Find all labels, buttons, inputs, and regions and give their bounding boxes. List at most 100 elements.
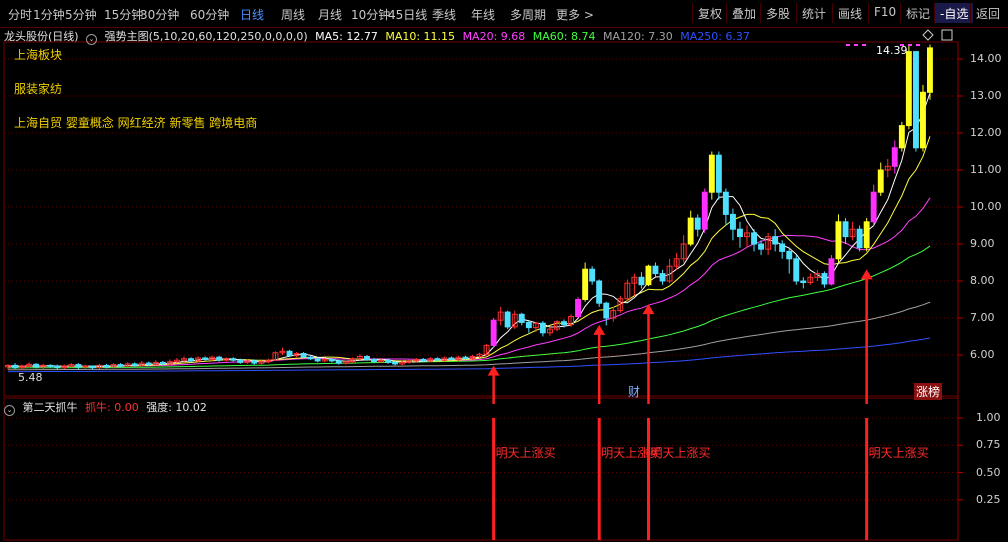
period-tab-6[interactable]: 日线 xyxy=(240,6,264,23)
candle-body xyxy=(793,258,800,282)
candle-body xyxy=(328,358,335,362)
signal-label: 明天上涨买 xyxy=(495,446,556,460)
candle-body xyxy=(582,268,589,300)
period-tab-2[interactable]: 5分钟 xyxy=(65,6,97,23)
sector-industry: 服装家纺 xyxy=(14,82,63,96)
toolbar-button-7[interactable]: -自选 xyxy=(934,3,974,23)
candle-body xyxy=(237,359,244,363)
candle-body xyxy=(927,47,933,93)
period-tab-10[interactable]: 45日线 xyxy=(388,6,427,23)
signal-arrow-head xyxy=(487,365,500,376)
candle-body xyxy=(905,51,912,127)
sub-indicator-name[interactable]: 第二天抓牛 xyxy=(23,401,78,414)
toolbar-button-6[interactable]: 标记 xyxy=(900,3,935,23)
candle-body xyxy=(821,273,828,285)
period-tab-3[interactable]: 15分钟 xyxy=(104,6,143,23)
signal-arrow-head xyxy=(642,304,655,315)
candle-body xyxy=(518,313,525,323)
cai-marker: 财 xyxy=(628,385,641,399)
candle-body xyxy=(230,358,237,361)
toolbar-button-8[interactable]: 返回 xyxy=(970,3,1005,23)
ma5-line xyxy=(7,92,931,368)
top-marker xyxy=(846,44,850,46)
signal-arrow-head xyxy=(593,324,606,335)
toolbar-button-5[interactable]: F10 xyxy=(868,3,901,23)
stock-name: 龙头股份(日线) xyxy=(4,30,79,43)
period-tab-4[interactable]: 30分钟 xyxy=(140,6,179,23)
sub-panel-frame xyxy=(3,397,959,541)
ytick-label: 6.00 xyxy=(970,348,995,361)
period-tab-14[interactable]: 更多 > xyxy=(556,6,594,23)
candle-body xyxy=(863,221,870,249)
candle-body xyxy=(420,358,427,362)
candle-body xyxy=(652,265,659,275)
candle-body xyxy=(314,358,321,362)
sub-indicator-signal: 抓牛: 0.00 xyxy=(85,401,139,414)
toolbar-button-1[interactable]: 叠加 xyxy=(726,3,761,23)
candle-body xyxy=(877,169,884,193)
candle-body xyxy=(307,356,314,360)
period-tab-1[interactable]: 1分钟 xyxy=(33,6,65,23)
diamond-icon xyxy=(922,29,934,41)
candle-body xyxy=(216,356,223,361)
sub-ytick-label: 0.75 xyxy=(976,438,1001,452)
ma250-label: MA250: 6.37 xyxy=(680,30,750,43)
toolbar-button-4[interactable]: 画线 xyxy=(832,3,867,23)
sub-indicator-toggle-icon[interactable]: ⌄ xyxy=(4,405,15,416)
candle-body xyxy=(920,91,926,149)
candle-body xyxy=(891,147,898,167)
candle-body xyxy=(779,243,786,252)
period-tab-9[interactable]: 10分钟 xyxy=(351,6,390,23)
sector-concepts: 上海自贸 婴童概念 网红经济 新零售 跨境电商 xyxy=(14,116,258,130)
candle-body xyxy=(751,232,757,245)
candle-body xyxy=(286,350,293,357)
candle-body xyxy=(596,280,603,304)
panel-toggle-icon xyxy=(941,29,953,41)
sub-ytick-label: 0.25 xyxy=(976,492,1001,506)
candle-body xyxy=(12,364,19,369)
candle-body xyxy=(490,319,497,346)
candle-body xyxy=(842,221,849,238)
period-tab-8[interactable]: 月线 xyxy=(318,6,342,23)
ma20-line xyxy=(8,197,931,367)
period-tab-13[interactable]: 多周期 xyxy=(510,6,546,23)
toolbar-button-3[interactable]: 统计 xyxy=(796,3,831,23)
candle-body xyxy=(89,365,96,369)
ma250-line xyxy=(8,337,931,373)
indicator-name[interactable]: 强势主图(5,10,20,60,120,250,0,0,0,0) xyxy=(105,30,308,43)
ma20-label: MA20: 9.68 xyxy=(462,30,526,43)
toolbar-button-0[interactable]: 复权 xyxy=(692,3,727,23)
ytick-label: 12.00 xyxy=(970,126,1002,139)
ytick-label: 11.00 xyxy=(970,163,1002,176)
candle-body xyxy=(835,221,842,260)
candle-body xyxy=(786,250,793,260)
candle-body xyxy=(539,322,546,334)
period-tab-12[interactable]: 年线 xyxy=(471,6,495,23)
candle-body xyxy=(638,276,645,286)
period-tab-0[interactable]: 分时 xyxy=(8,6,32,23)
candle-body xyxy=(828,258,835,285)
candle-body xyxy=(188,358,194,362)
candle-body xyxy=(462,356,469,360)
candle-body xyxy=(434,358,441,361)
candle-body xyxy=(687,217,694,245)
signal-arrow-head xyxy=(860,269,873,280)
signal-label: 明天上涨买 xyxy=(868,446,929,460)
sub-ytick-label: 1.00 xyxy=(976,411,1001,424)
period-tab-11[interactable]: 季线 xyxy=(432,6,456,23)
ytick-label: 10.00 xyxy=(970,200,1002,213)
candle-body xyxy=(371,358,377,363)
candle-body xyxy=(159,361,166,365)
candle-body xyxy=(722,191,729,215)
candle-body xyxy=(392,361,399,365)
sub-ytick-label: 0.50 xyxy=(976,465,1001,479)
candle-body xyxy=(701,191,708,230)
candle-body xyxy=(448,357,455,360)
candle-body xyxy=(708,154,715,193)
ytick-label: 14.00 xyxy=(970,52,1002,65)
period-toolbar: 分时 1分钟 5分钟 15分钟 30分钟 60分钟 日线 周线 月线 10分钟 45日线 季线 年线 多周… xyxy=(0,0,1008,28)
period-tab-7[interactable]: 周线 xyxy=(281,6,305,23)
ma60-line xyxy=(8,245,931,369)
toolbar-button-2[interactable]: 多股 xyxy=(760,3,795,23)
period-tab-5[interactable]: 60分钟 xyxy=(190,6,229,23)
